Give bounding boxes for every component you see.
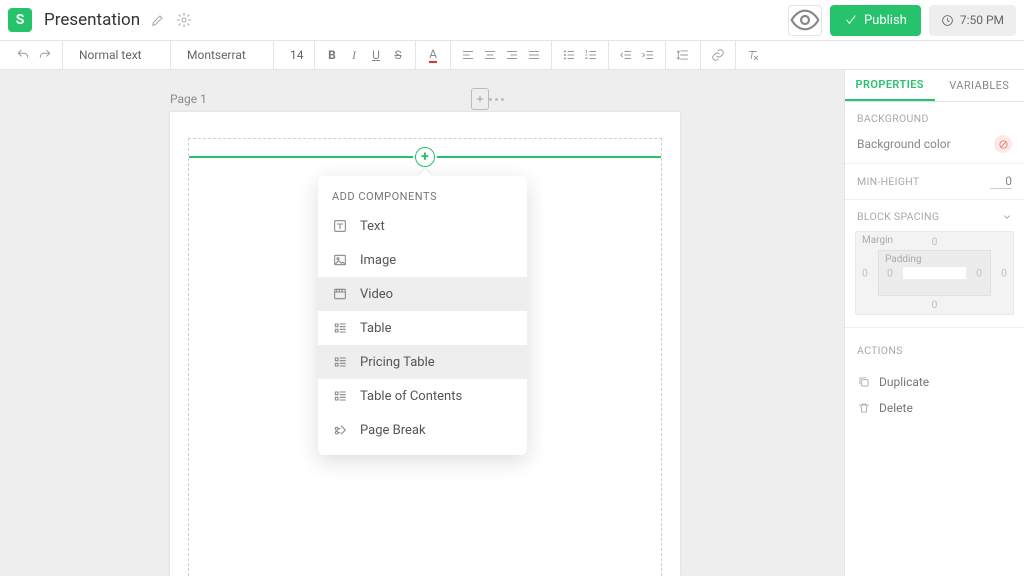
page-surface[interactable]: ADD COMPONENTS Text Image Video xyxy=(170,112,680,576)
component-text[interactable]: Text xyxy=(318,209,527,243)
component-toc[interactable]: Table of Contents xyxy=(318,379,527,413)
bullet-list-button[interactable] xyxy=(559,46,579,64)
publish-label: Publish xyxy=(864,13,907,28)
component-image[interactable]: Image xyxy=(318,243,527,277)
app-logo[interactable]: S xyxy=(8,8,32,32)
bold-button[interactable]: B xyxy=(322,46,342,64)
align-right-button[interactable] xyxy=(502,46,522,64)
link-button[interactable] xyxy=(708,46,728,64)
background-color-row[interactable]: Background color xyxy=(845,131,1024,157)
preview-button[interactable] xyxy=(788,5,822,36)
add-components-popover: ADD COMPONENTS Text Image Video xyxy=(318,176,527,455)
caret-down-icon[interactable] xyxy=(1002,212,1012,222)
text-style-select[interactable]: Normal text xyxy=(69,41,164,69)
align-justify-button[interactable] xyxy=(524,46,544,64)
popover-heading: ADD COMPONENTS xyxy=(318,190,527,209)
insert-divider xyxy=(189,147,661,167)
component-page-break[interactable]: Page Break xyxy=(318,413,527,447)
no-color-icon xyxy=(994,135,1012,153)
strike-button[interactable]: S xyxy=(388,46,408,64)
page-content-region[interactable]: ADD COMPONENTS Text Image Video xyxy=(188,138,662,576)
text-icon xyxy=(332,218,348,234)
component-table[interactable]: Table xyxy=(318,311,527,345)
time-indicator: 7:50 PM xyxy=(929,5,1016,36)
box-model-editor[interactable]: Margin 0 0 0 0 Padding 0 0 xyxy=(855,231,1014,315)
canvas: Page 1 ADD COMPONENTS Text xyxy=(0,70,844,576)
section-background: BACKGROUND xyxy=(845,102,1024,131)
page-menu-button[interactable] xyxy=(489,98,504,101)
font-size-select[interactable]: 14 xyxy=(280,41,308,69)
line-height-button[interactable] xyxy=(673,46,693,64)
page-label: Page 1 xyxy=(170,92,207,106)
tab-properties[interactable]: PROPERTIES xyxy=(845,70,935,101)
trash-icon xyxy=(857,401,871,415)
add-page-button[interactable] xyxy=(471,88,489,110)
minheight-input[interactable]: 0 xyxy=(990,174,1012,189)
duplicate-icon xyxy=(857,375,871,389)
section-blockspacing: BLOCK SPACING xyxy=(857,210,939,223)
pricing-table-icon xyxy=(332,354,348,370)
gear-icon[interactable] xyxy=(176,12,192,28)
section-minheight: MIN-HEIGHT xyxy=(857,175,920,188)
redo-button[interactable] xyxy=(35,46,55,64)
format-toolbar: Normal text Montserrat 14 B I U S A xyxy=(0,41,1024,70)
component-pricing-table[interactable]: Pricing Table xyxy=(318,345,527,379)
add-component-button[interactable] xyxy=(415,147,435,167)
tab-variables[interactable]: VARIABLES xyxy=(935,70,1024,101)
text-color-button[interactable]: A xyxy=(423,46,443,64)
doc-title[interactable]: Presentation xyxy=(44,10,140,30)
image-icon xyxy=(332,252,348,268)
delete-action[interactable]: Delete xyxy=(857,395,1012,421)
toc-icon xyxy=(332,388,348,404)
clear-format-button[interactable] xyxy=(743,46,763,64)
numbered-list-button[interactable] xyxy=(581,46,601,64)
page-break-icon xyxy=(332,422,348,438)
publish-button[interactable]: Publish xyxy=(830,5,921,36)
align-center-button[interactable] xyxy=(480,46,500,64)
properties-panel: PROPERTIES VARIABLES BACKGROUND Backgrou… xyxy=(844,70,1024,576)
align-left-button[interactable] xyxy=(458,46,478,64)
indent-button[interactable] xyxy=(638,46,658,64)
video-icon xyxy=(332,286,348,302)
undo-button[interactable] xyxy=(13,46,33,64)
table-icon xyxy=(332,320,348,336)
font-select[interactable]: Montserrat xyxy=(177,41,267,69)
popover-caret-icon xyxy=(418,169,432,176)
italic-button[interactable]: I xyxy=(344,46,364,64)
pencil-icon[interactable] xyxy=(150,12,166,28)
app-header: S Presentation Publish 7:50 PM xyxy=(0,0,1024,41)
outdent-button[interactable] xyxy=(616,46,636,64)
component-video[interactable]: Video xyxy=(318,277,527,311)
duplicate-action[interactable]: Duplicate xyxy=(857,369,1012,395)
underline-button[interactable]: U xyxy=(366,46,386,64)
section-actions: ACTIONS xyxy=(845,334,1024,363)
